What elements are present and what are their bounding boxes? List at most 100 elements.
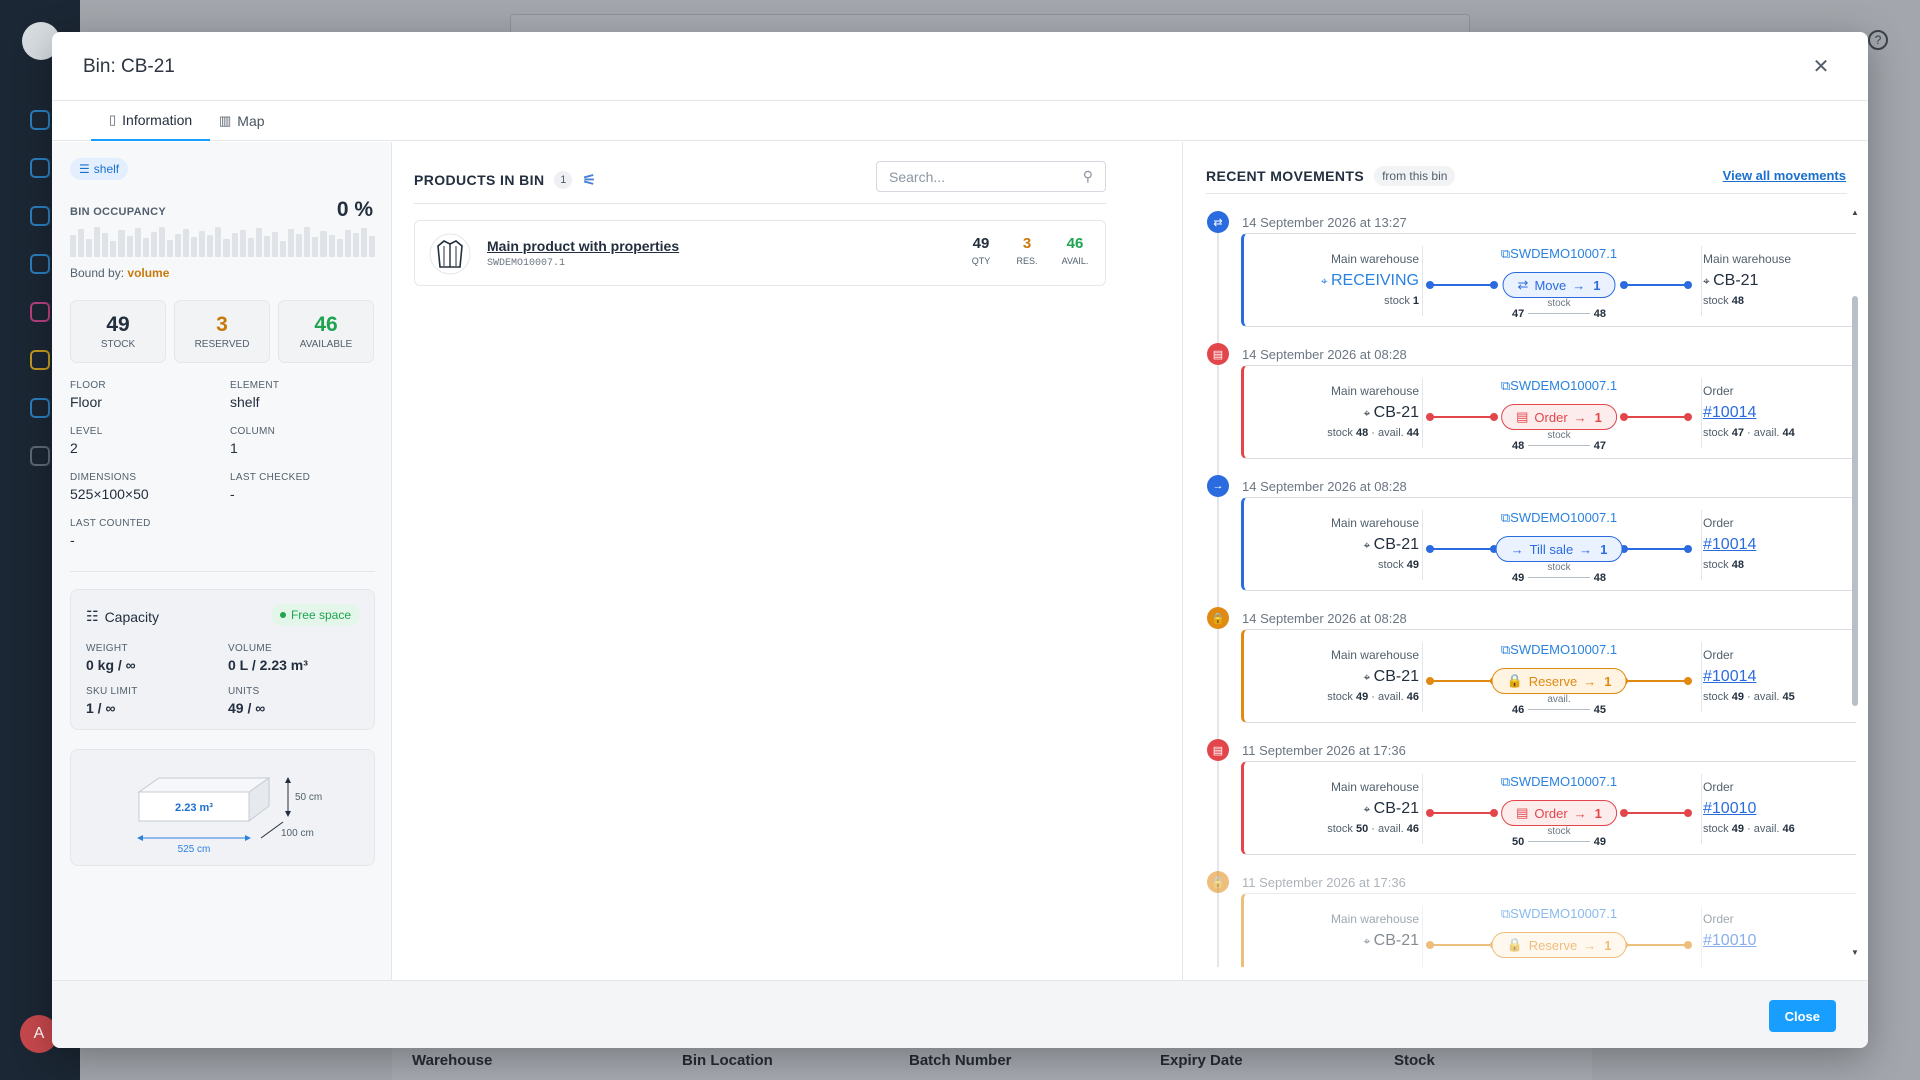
- occupancy-bar: [142, 238, 149, 257]
- movement-sku-label[interactable]: SWDEMO10007.1: [1510, 642, 1617, 657]
- movement-time: 14 September 2026 at 13:27: [1242, 215, 1407, 230]
- customers-icon[interactable]: [30, 254, 50, 274]
- occupancy-bar: [255, 228, 262, 257]
- movement-card[interactable]: Main warehouse ⌖ RECEIVING stock 1 ⧉SWDE…: [1241, 233, 1856, 327]
- movement-source-avail: 44: [1406, 427, 1419, 439]
- movement-sku-label[interactable]: SWDEMO10007.1: [1510, 378, 1617, 393]
- movement-dest-location-label[interactable]: #10010: [1703, 800, 1756, 817]
- product-qty: 49 QTY: [961, 235, 1001, 266]
- catalog-icon[interactable]: [30, 158, 50, 178]
- movement-delta-label: stock: [1547, 430, 1571, 441]
- orders-icon[interactable]: [30, 206, 50, 226]
- occupancy-bar: [239, 230, 246, 257]
- movement-source-location-label: CB-21: [1373, 536, 1419, 553]
- copy-icon: ⧉: [1500, 642, 1511, 657]
- movement-source-warehouse: Main warehouse: [1330, 384, 1419, 398]
- movement-source-stock: 49: [1355, 691, 1369, 703]
- movement-separator: [1701, 642, 1702, 712]
- info-dimensions: DIMENSIONS 525×100×50: [70, 472, 220, 502]
- movement-dest-location-label[interactable]: #10014: [1703, 404, 1756, 421]
- product-row[interactable]: Main product with properties SWDEMO10007…: [414, 220, 1106, 286]
- movement-dest-stock: 49: [1731, 691, 1744, 703]
- product-avail: 46 AVAIL.: [1055, 235, 1095, 266]
- copy-icon: ⧉: [1500, 378, 1511, 393]
- movements-scrollbar[interactable]: ▲ ▼: [1850, 208, 1860, 958]
- movement-source-warehouse: Main warehouse: [1330, 516, 1419, 530]
- movement-destination: Main warehouse ⌖ CB-21 stock 48: [1703, 252, 1856, 307]
- movement-sku-label[interactable]: SWDEMO10007.1: [1510, 510, 1617, 525]
- scroll-up-icon[interactable]: ▲: [1850, 208, 1860, 218]
- dashboard-icon[interactable]: [30, 110, 50, 130]
- movement-card[interactable]: Main warehouse ⌖ CB-21 stock 48 · avail.…: [1241, 365, 1856, 459]
- movement-dest-location[interactable]: #10014: [1703, 536, 1856, 554]
- movement-dest-location-label[interactable]: #10014: [1703, 536, 1756, 553]
- movement-dest-location[interactable]: #10010: [1703, 800, 1856, 818]
- movement-dest-location[interactable]: #10010: [1703, 932, 1856, 950]
- occupancy-bar: [360, 228, 367, 257]
- content-icon[interactable]: [30, 302, 50, 322]
- movement-card[interactable]: Main warehouse ⌖ CB-21 stock 49 ⧉SWDEMO1…: [1241, 497, 1856, 591]
- movement-qty: 1: [1593, 277, 1601, 293]
- product-res-label: RES.: [1016, 256, 1038, 266]
- close-button[interactable]: Close: [1768, 1000, 1836, 1032]
- movement-action-badge: 🔒 Reserve → 1: [1491, 668, 1627, 694]
- close-icon[interactable]: ✕: [1810, 56, 1832, 78]
- scroll-thumb[interactable]: [1852, 296, 1858, 706]
- tab-map[interactable]: ▥ Map: [201, 101, 283, 141]
- movement-delta-to: 45: [1593, 704, 1606, 716]
- view-all-movements-link[interactable]: View all movements: [1723, 168, 1846, 183]
- search-icon[interactable]: ⚲: [1083, 168, 1093, 185]
- product-search: ⚲: [876, 161, 1106, 192]
- movement-card[interactable]: Main warehouse ⌖ CB-21 ⧉SWDEMO10007.1 🔒 …: [1241, 893, 1856, 967]
- movement-separator: [1701, 378, 1702, 448]
- movement-source-stock-line: stock 48 · avail. 44: [1327, 427, 1419, 439]
- stat-reserved-label: RESERVED: [194, 339, 250, 350]
- movement-dest-location[interactable]: #10014: [1703, 404, 1856, 422]
- movement-dest-location[interactable]: #10014: [1703, 668, 1856, 686]
- box-height-label: 50 cm: [295, 792, 322, 803]
- occupancy-bar: [191, 237, 198, 257]
- product-name-link[interactable]: Main product with properties: [487, 238, 679, 254]
- filter-icon[interactable]: ⚟: [582, 171, 596, 189]
- settings-icon[interactable]: [30, 446, 50, 466]
- stat-available-value: 46: [314, 313, 338, 336]
- flow-line-right: [1620, 545, 1692, 553]
- movement-card[interactable]: Main warehouse ⌖ CB-21 stock 49 · avail.…: [1241, 629, 1856, 723]
- movement-destination: Order #10014 stock 47 · avail. 44: [1703, 384, 1856, 439]
- product-avail-label: AVAIL.: [1061, 256, 1089, 266]
- info-dimensions-value: 525×100×50: [70, 486, 149, 502]
- location-pin-icon: ⌖: [1363, 934, 1374, 948]
- help-icon[interactable]: ?: [1868, 30, 1888, 50]
- movement-dest-location-label[interactable]: #10014: [1703, 668, 1756, 685]
- movement-delta-from: 49: [1512, 572, 1525, 584]
- scroll-down-icon[interactable]: ▼: [1850, 948, 1860, 958]
- movement-sku-label[interactable]: SWDEMO10007.1: [1510, 906, 1617, 921]
- bin-box-diagram: 2.23 m³ 50 cm 100 cm 525 cm: [70, 749, 375, 866]
- extensions-icon[interactable]: [30, 398, 50, 418]
- movement-sku-label[interactable]: SWDEMO10007.1: [1510, 246, 1617, 261]
- movement-delta-label: stock: [1547, 826, 1571, 837]
- occupancy-bar: [70, 235, 77, 257]
- movement-separator: [1422, 378, 1423, 448]
- movement-flow: ⧉SWDEMO10007.1 → Till sale → 1 stock 49 …: [1424, 506, 1694, 586]
- movement-delta-to: 47: [1593, 440, 1606, 452]
- movement-separator: [1701, 510, 1702, 580]
- products-divider: [414, 203, 1106, 204]
- tab-information[interactable]: ▯ Information: [91, 101, 211, 141]
- occupancy-bar: [368, 236, 375, 257]
- marketing-icon[interactable]: [30, 350, 50, 370]
- movement-card[interactable]: Main warehouse ⌖ CB-21 stock 50 · avail.…: [1241, 761, 1856, 855]
- flow-line-left: [1426, 281, 1498, 289]
- box-width-label: 525 cm: [178, 844, 211, 855]
- movement-action-label: Order: [1534, 805, 1568, 821]
- movement-sku: ⧉SWDEMO10007.1: [1424, 774, 1694, 790]
- movement-time: 11 September 2026 at 17:36: [1242, 875, 1406, 890]
- info-column: COLUMN 1: [230, 426, 380, 456]
- movement-dest-location-label[interactable]: #10010: [1703, 932, 1756, 949]
- product-search-input[interactable]: [889, 168, 1059, 185]
- capacity-sku-limit-label: SKU LIMIT: [86, 686, 138, 697]
- movement-sku-label[interactable]: SWDEMO10007.1: [1510, 774, 1617, 789]
- movement-delta-from: 47: [1512, 308, 1525, 320]
- capacity-volume-value: 0 L / 2.23 m³: [228, 657, 308, 673]
- movement-flow: ⧉SWDEMO10007.1 ▤ Order → 1 stock 48 47: [1424, 374, 1694, 454]
